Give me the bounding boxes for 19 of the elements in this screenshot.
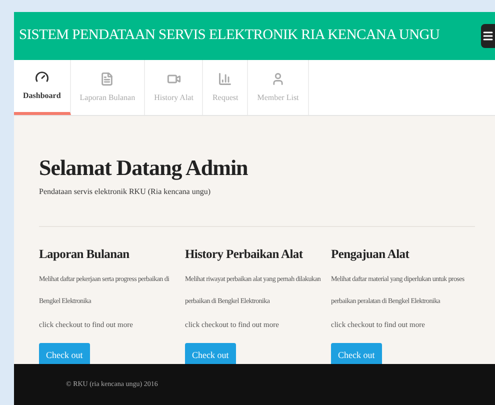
- nav-tab[interactable]: Request: [203, 60, 248, 115]
- nav-tab[interactable]: Member List: [248, 60, 309, 115]
- bar-chart-icon: [218, 72, 232, 86]
- nav-tab[interactable]: History Alat: [145, 60, 204, 115]
- card-title: Pengajuan Alat: [331, 246, 410, 263]
- gauge-icon: [34, 70, 49, 84]
- menu-button[interactable]: [481, 24, 495, 48]
- card-title: Laporan Bulanan: [39, 246, 130, 263]
- menu-icon: [482, 30, 494, 42]
- welcome-heading: Selamat Datang Admin: [39, 154, 249, 182]
- document-icon: [100, 72, 114, 86]
- check-out-button[interactable]: Check out: [39, 342, 90, 364]
- nav-tab[interactable]: Laporan Bulanan: [70, 60, 146, 115]
- check-out-button[interactable]: Check out: [185, 342, 236, 364]
- user-icon: [271, 72, 285, 86]
- check-out-button[interactable]: Check out: [331, 342, 382, 364]
- card-title: History Perbaikan Alat: [185, 246, 303, 263]
- welcome-subtitle: Pendataan servis elektronik RKU (Ria kencana ungu): [39, 186, 212, 198]
- app-title: SISTEM PENDATAAN SERVIS ELEKTRONIK RIA KENCANA UNGU: [18, 26, 440, 46]
